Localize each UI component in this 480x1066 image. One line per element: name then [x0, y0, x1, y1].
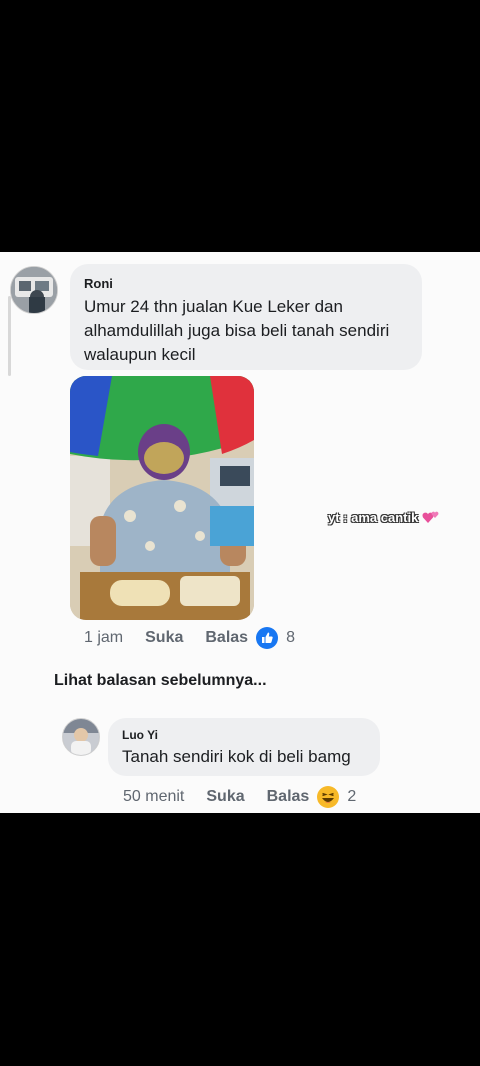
like-icon[interactable] [256, 627, 279, 649]
comment-time: 1 jam [84, 629, 124, 646]
comment-photo[interactable] [70, 376, 254, 620]
avatar[interactable] [10, 266, 58, 314]
see-previous-replies-link[interactable]: Lihat balasan sebelumnya... [54, 672, 267, 690]
reply-bubble: Luo Yi Tanah sendiri kok di beli bamg [108, 718, 380, 776]
two-hearts-icon [422, 509, 440, 525]
reply-time: 50 menit [123, 788, 185, 805]
avatar[interactable] [62, 718, 100, 756]
reply-button[interactable]: Balas [267, 788, 310, 806]
haha-icon[interactable] [317, 786, 340, 808]
like-button[interactable]: Suka [206, 788, 244, 806]
thread-line [8, 296, 11, 376]
comment-panel: Roni Umur 24 thn jualan Kue Leker dan al… [0, 252, 480, 813]
comment-author[interactable]: Roni [84, 276, 408, 291]
reply-button[interactable]: Balas [205, 629, 248, 647]
comment-text: Umur 24 thn jualan Kue Leker dan alhamdu… [84, 297, 390, 364]
reply-author[interactable]: Luo Yi [122, 728, 366, 742]
reaction-count: 2 [347, 788, 357, 805]
reply-text: Tanah sendiri kok di beli bamg [122, 747, 351, 766]
reaction-count: 8 [286, 629, 295, 646]
watermark: yt : ama cantik [328, 509, 440, 525]
comment-bubble: Roni Umur 24 thn jualan Kue Leker dan al… [70, 264, 422, 370]
reply-meta: 50 menit Suka Balas 2 [123, 786, 356, 808]
comment-meta: 1 jam Suka Balas 8 [84, 627, 295, 649]
like-button[interactable]: Suka [145, 629, 183, 647]
watermark-text: yt : ama cantik [328, 509, 419, 525]
